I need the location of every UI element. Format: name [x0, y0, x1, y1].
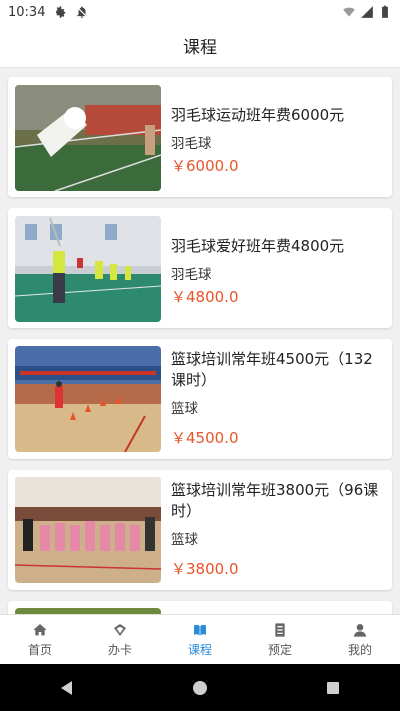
course-image-badminton-class [15, 216, 161, 322]
signal-icon [361, 6, 373, 18]
back-icon [60, 680, 72, 695]
bottom-tab-bar: 首页 办卡 课程 预定 我的 [0, 614, 400, 664]
course-image-badminton-shuttlecock [15, 85, 161, 191]
course-list[interactable]: 羽毛球运动班年费6000元 羽毛球 ￥6000.0 羽毛球爱好班年费4800元 … [0, 68, 400, 614]
course-title: 篮球培训常年班4500元（132课时） [171, 350, 373, 389]
home-circle-icon [192, 680, 207, 695]
page-title: 课程 [183, 38, 217, 58]
course-image-basketball-training [15, 346, 161, 452]
course-title: 羽毛球运动班年费6000元 [171, 106, 345, 124]
battery-icon [382, 5, 388, 18]
course-price: ￥4500.0 [171, 429, 239, 447]
course-category: 篮球 [171, 401, 198, 417]
course-category: 篮球 [171, 532, 198, 548]
course-price: ￥6000.0 [171, 157, 239, 175]
course-card[interactable]: 篮球培训常年班4500元（132课时） 篮球 ￥4500.0 [8, 339, 392, 459]
tab-label: 课程 [187, 642, 212, 657]
wifi-icon [343, 7, 355, 17]
home-icon [33, 623, 47, 635]
tab-course[interactable]: 课程 [160, 615, 240, 664]
list-icon [275, 622, 285, 637]
status-bar: 10:34 [0, 0, 400, 24]
course-image-basketball-kids [15, 477, 161, 583]
tab-profile[interactable]: 我的 [320, 615, 400, 664]
nav-home-button[interactable] [190, 678, 210, 698]
notification-off-icon [77, 6, 88, 18]
course-price: ￥3800.0 [171, 560, 239, 578]
tab-label: 预定 [267, 642, 292, 657]
course-category: 羽毛球 [171, 136, 212, 152]
course-category: 羽毛球 [171, 267, 212, 283]
tab-label: 办卡 [107, 642, 132, 657]
nav-back-button[interactable] [57, 678, 77, 698]
status-time: 10:34 [8, 4, 46, 20]
book-icon [194, 624, 206, 635]
tab-label: 首页 [27, 642, 52, 657]
course-card[interactable]: 羽毛球爱好班年费4800元 羽毛球 ￥4800.0 [8, 208, 392, 328]
course-card[interactable]: 羽毛球运动班年费6000元 羽毛球 ￥6000.0 [8, 77, 392, 197]
page-header: 课程 [0, 24, 400, 68]
tab-label: 我的 [347, 642, 372, 657]
tab-card[interactable]: 办卡 [80, 615, 160, 664]
course-price: ￥4800.0 [171, 288, 239, 306]
recents-icon [327, 681, 340, 694]
nav-recents-button[interactable] [323, 678, 343, 698]
gear-icon [56, 6, 66, 18]
user-icon [354, 623, 366, 637]
system-nav-bar [0, 664, 400, 711]
course-title: 羽毛球爱好班年费4800元 [171, 237, 345, 255]
course-card[interactable]: 篮球培训常年班3800元（96课时） 篮球 ￥3800.0 [8, 470, 392, 590]
tab-home[interactable]: 首页 [0, 615, 80, 664]
card-icon [114, 623, 126, 636]
course-card[interactable] [8, 601, 392, 614]
tab-booking[interactable]: 预定 [240, 615, 320, 664]
course-title: 篮球培训常年班3800元（96课时） [171, 481, 379, 520]
